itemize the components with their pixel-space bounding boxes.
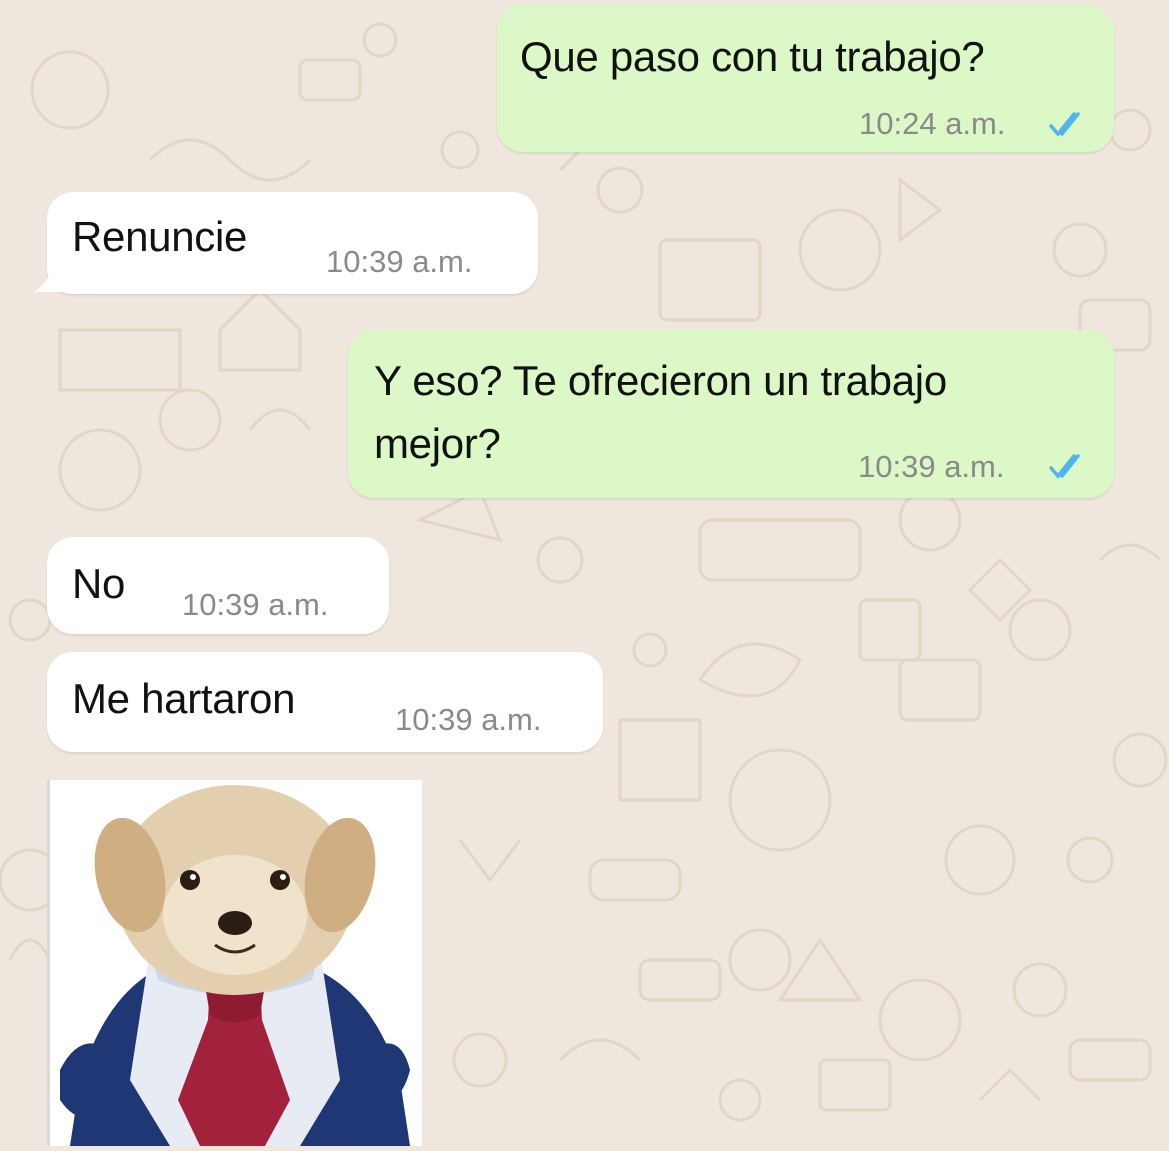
message-timestamp: 10:24 a.m.	[859, 106, 1006, 141]
message-text-line: mejor?	[374, 420, 501, 467]
message-bubble-incoming[interactable]: Me hartaron 10:39 a.m.	[47, 652, 603, 752]
double-check-read-icon	[1049, 454, 1080, 479]
message-timestamp: 10:39 a.m.	[858, 449, 1005, 484]
puppy-in-suit-sticker	[60, 785, 410, 1146]
message-timestamp: 10:39 a.m.	[395, 702, 542, 737]
message-timestamp: 10:39 a.m.	[326, 244, 473, 279]
message-timestamp: 10:39 a.m.	[182, 587, 329, 622]
sticker-message[interactable]	[47, 780, 422, 1146]
double-check-read-icon	[1049, 112, 1080, 137]
message-bubble-incoming[interactable]: No 10:39 a.m.	[47, 537, 389, 634]
message-text-line: Y eso? Te ofrecieron un trabajo	[374, 357, 947, 404]
message-text: Renuncie	[72, 213, 248, 260]
message-bubble-incoming[interactable]: Renuncie 10:39 a.m.	[47, 192, 538, 294]
bubble-tail	[34, 266, 70, 292]
message-bubble-outgoing[interactable]: Que paso con tu trabajo? 10:24 a.m.	[497, 5, 1114, 152]
message-text: Me hartaron	[72, 675, 296, 722]
message-text: Que paso con tu trabajo?	[520, 33, 985, 80]
message-text: No	[72, 560, 126, 607]
message-bubble-outgoing[interactable]: Y eso? Te ofrecieron un trabajo mejor? 1…	[348, 330, 1114, 498]
